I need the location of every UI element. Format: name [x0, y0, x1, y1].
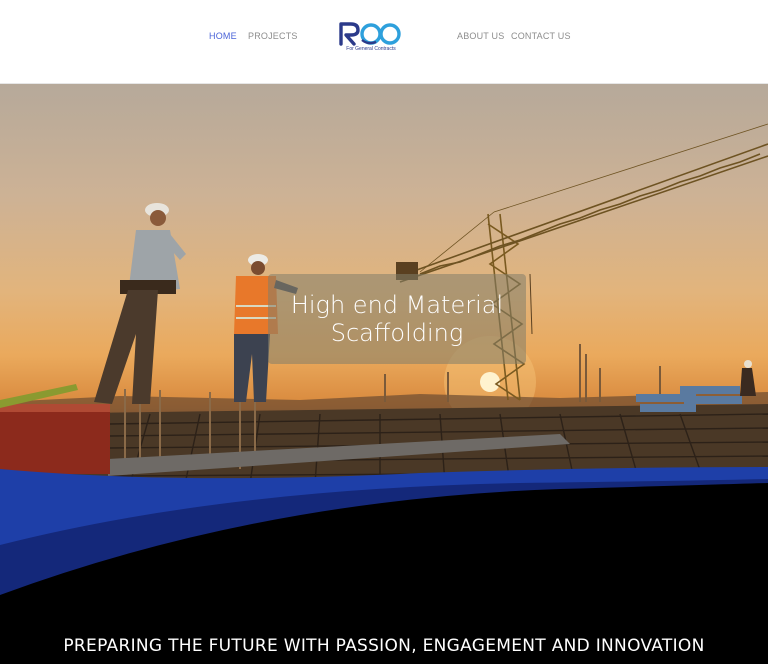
nav-home-link[interactable]: HOME: [209, 31, 237, 41]
nav-contact-link[interactable]: CONTACT US: [511, 31, 571, 41]
site-header: HOME PROJECTS For General Contracts ABOU…: [0, 0, 768, 84]
logo-subtitle: For General Contracts: [346, 46, 396, 52]
hero-caption: High end Material Scaffolding: [290, 291, 504, 347]
footer-tagline: PREPARING THE FUTURE WITH PASSION, ENGAG…: [63, 636, 705, 656]
hero-caption-box: High end Material Scaffolding: [268, 274, 526, 364]
worker-figure-1: [94, 203, 186, 404]
nav-projects-link[interactable]: PROJECTS: [248, 31, 298, 41]
blue-wave-divider: [0, 467, 768, 664]
logo-icon[interactable]: [338, 18, 404, 58]
hero-banner: High end Material Scaffolding: [0, 84, 768, 484]
nav-about-link[interactable]: ABOUT US: [457, 31, 504, 41]
